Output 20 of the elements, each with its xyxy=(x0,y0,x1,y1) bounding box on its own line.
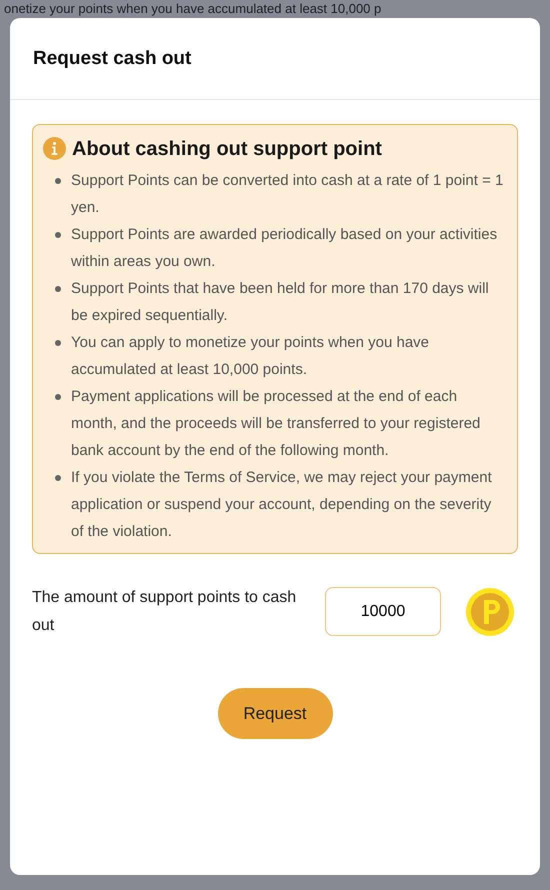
amount-label: The amount of support points to cash out xyxy=(32,588,298,636)
bullet-icon xyxy=(55,178,61,184)
amount-input[interactable]: 10000 xyxy=(325,587,441,636)
coin-icon xyxy=(465,586,515,637)
notice-item: You can apply to monetize your points when you have accumulated at least 10,000 points. xyxy=(71,332,430,380)
notice-item: Support Points can be converted into cash at a rate of 1 point = 1 yen. xyxy=(71,170,504,218)
background-text: onetize your points when you have accumulated at least 10,000 p xyxy=(4,1,382,16)
modal-title: Request cash out xyxy=(33,48,192,71)
bullet-icon xyxy=(55,474,61,481)
info-icon xyxy=(43,137,66,160)
bullet-icon xyxy=(55,232,61,238)
notice-item: Payment applications will be processed at the end of each month, and the proceeds will be transferred to your registered bank account by the end of the following month. xyxy=(71,386,482,461)
bullet-icon xyxy=(55,286,61,292)
request-button[interactable]: Request xyxy=(218,688,332,739)
bullet-icon xyxy=(55,340,61,346)
notice-item: Support Points that have been held for more than 170 days will be expired sequentially. xyxy=(71,278,490,326)
bullet-icon xyxy=(55,394,61,400)
notice-heading: About cashing out support point xyxy=(72,136,382,161)
notice-item: Support Points are awarded periodically based on your activities within areas you own. xyxy=(71,224,498,272)
notice-item: If you violate the Terms of Service, we may reject your payment application or suspend your account, depending on the severity of the violation. xyxy=(71,468,493,542)
